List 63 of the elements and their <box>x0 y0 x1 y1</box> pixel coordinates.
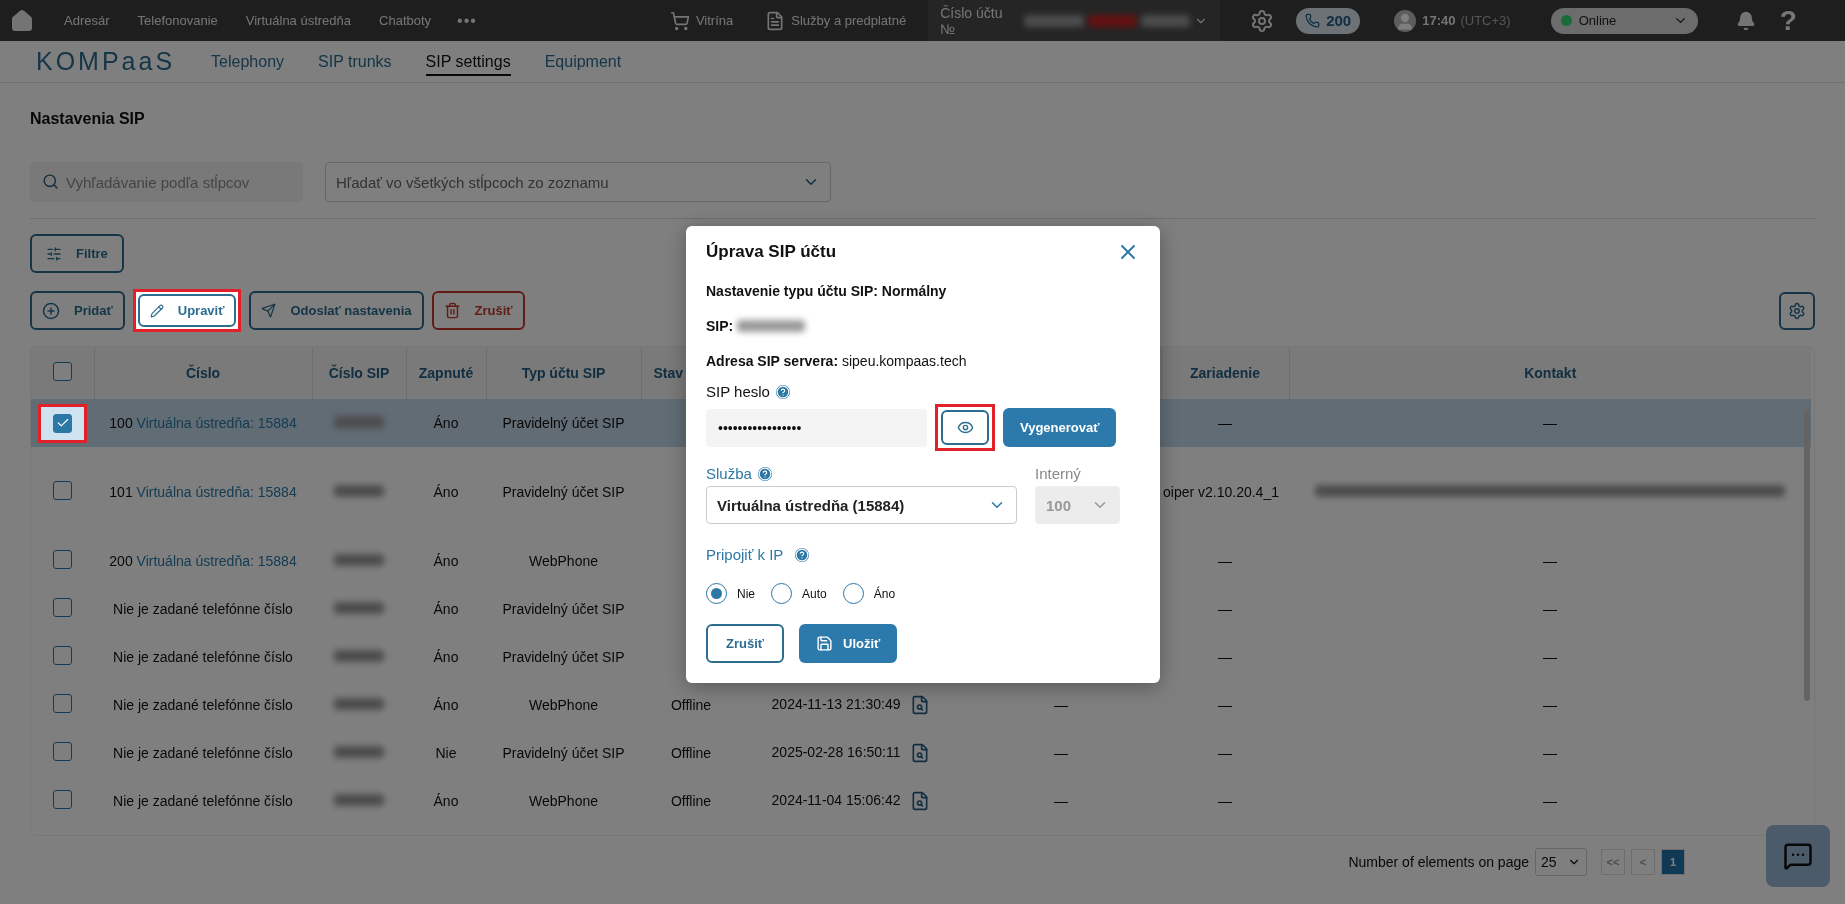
table-cell-text: Pravidelný účet SIP <box>501 648 626 667</box>
table-cell-text: — <box>1217 744 1233 763</box>
radio-label: Auto <box>802 586 827 601</box>
table-cell: Áno <box>406 447 486 537</box>
row-number: 100 <box>109 415 133 431</box>
table-cell-text: — <box>1217 552 1233 571</box>
table-cell-text: Nie <box>434 744 458 763</box>
row-number: 101 <box>109 484 133 500</box>
table-cell-text: — <box>1217 696 1233 715</box>
table-cell-text: Áno <box>432 696 460 715</box>
radio-label: Nie <box>737 586 755 601</box>
table-cell: — <box>1289 399 1811 447</box>
table-cell-text: Pravidelný účet SIP <box>501 600 626 619</box>
table-cell: Pravidelný účet SIP <box>486 399 641 447</box>
table-cell: Áno <box>406 399 486 447</box>
table-cell-text: WebPhone <box>528 552 599 571</box>
table-cell-text: Offline <box>669 792 713 811</box>
table-cell: — <box>1161 399 1289 447</box>
row-number: Nie je zadané telefónne číslo <box>113 697 293 713</box>
table-cell-text: — <box>1053 696 1069 715</box>
page-size-label: Number of elements on page <box>1348 854 1529 870</box>
table-cell: Pravidelný účet SIP <box>486 447 641 537</box>
table-cell: 2024-11-04 15:06:42 <box>771 791 901 808</box>
table-cell-text: — <box>1053 792 1069 811</box>
table-cell-text: Áno <box>432 648 460 667</box>
table-cell-text: — <box>1542 744 1558 763</box>
clock-time: 17:40 <box>1422 13 1456 28</box>
table-cell-text: Áno <box>432 600 460 619</box>
table-cell-text: Áno <box>432 552 460 571</box>
table-cell-text: — <box>1053 744 1069 763</box>
table-cell-text: — <box>1542 552 1558 571</box>
account-type: Nastavenie typu účtu SIP: Normálny <box>706 283 947 299</box>
table-cell: 2025-02-28 16:50:11 <box>771 743 901 760</box>
connect-ip-label: Pripojiť k IP <box>706 546 784 563</box>
table-cell-text: Áno <box>432 792 460 811</box>
table-cell-text: WebPhone <box>528 792 599 811</box>
service-label: Služba <box>706 465 752 482</box>
table-cell-text: — <box>1217 600 1233 619</box>
table-cell-text: — <box>1542 696 1558 715</box>
table-cell-text: — <box>1542 792 1558 811</box>
table-cell-text: Offline <box>669 744 713 763</box>
row-number: Nie je zadané telefónne číslo <box>113 649 293 665</box>
table-cell-text: — <box>1542 600 1558 619</box>
logo: KOMPaaS <box>36 47 176 76</box>
table-cell: oiper v2.10.20.4_1 <box>1161 447 1289 537</box>
dialog-title: Úprava SIP účtu <box>706 242 837 262</box>
row-number: Nie je zadané telefónne číslo <box>113 601 293 617</box>
password-label: SIP heslo <box>706 383 770 400</box>
row-number: Nie je zadané telefónne číslo <box>113 793 293 809</box>
table-cell-text: — <box>1542 648 1558 667</box>
table-cell-text: — <box>1217 792 1233 811</box>
sip-label: SIP: <box>706 318 734 334</box>
table-cell: 2024-11-13 21:30:49 <box>771 695 901 712</box>
internal-label: Interný <box>1035 465 1082 482</box>
table-cell-text: Offline <box>669 696 713 715</box>
radio-label: Áno <box>873 586 896 601</box>
table-cell-text: — <box>1217 648 1233 667</box>
row-number: Nie je zadané telefónne číslo <box>113 745 293 761</box>
table-cell-text: Pravidelný účet SIP <box>501 744 626 763</box>
page-title: Nastavenia SIP <box>30 110 146 128</box>
server-address: Adresa SIP servera: sipeu.kompaas.tech <box>706 353 967 369</box>
table-cell-text: WebPhone <box>528 696 599 715</box>
row-number: 200 <box>109 553 133 569</box>
